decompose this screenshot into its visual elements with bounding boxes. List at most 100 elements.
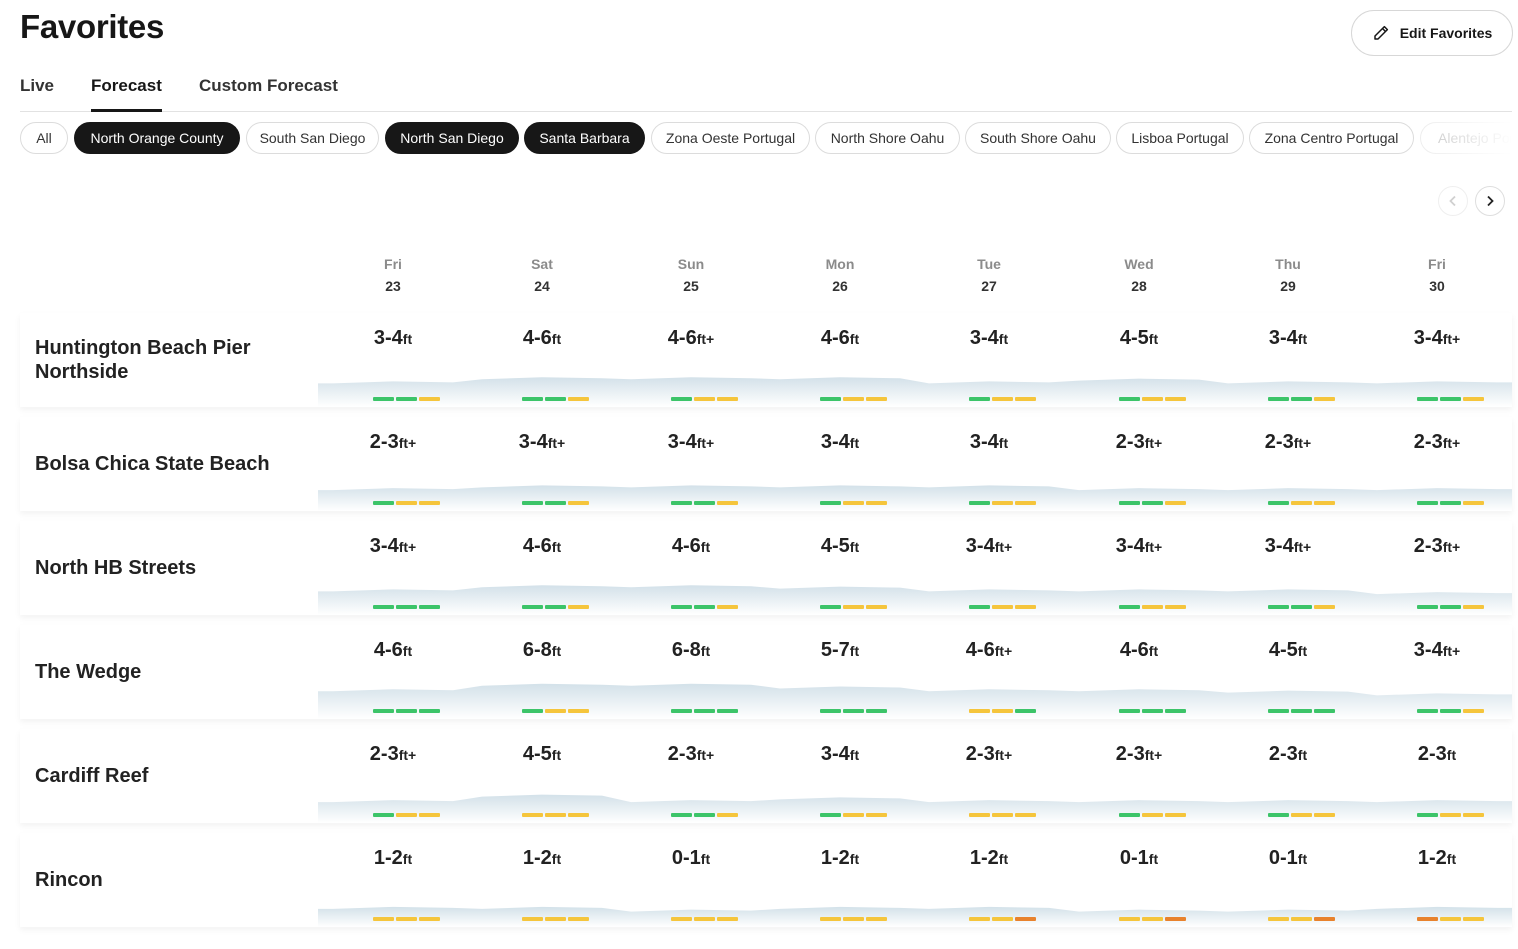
day-date: 27 <box>981 278 997 294</box>
forecast-cell[interactable]: 3-4ft <box>929 327 1049 401</box>
spot-row[interactable]: Huntington Beach Pier Northside 3-4ft 4-6f… <box>20 313 1512 407</box>
forecast-cell[interactable]: 3-4ft+ <box>1377 639 1497 713</box>
chip-north-orange-county[interactable]: North Orange County <box>74 122 240 154</box>
forecast-cell[interactable]: 1-2ft <box>929 847 1049 921</box>
forecast-cell[interactable]: 0-1ft <box>1228 847 1348 921</box>
forecast-cell[interactable]: 4-6ft <box>780 327 900 401</box>
forecast-cell[interactable]: 1-2ft <box>1377 847 1497 921</box>
forecast-cell[interactable]: 4-6ft+ <box>929 639 1049 713</box>
forecast-cell[interactable]: 4-5ft <box>482 743 602 817</box>
surf-unit: ft <box>1148 643 1159 659</box>
surf-range: 2-3 <box>1413 535 1443 557</box>
rating-bar-good <box>396 709 417 713</box>
edit-favorites-button[interactable]: Edit Favorites <box>1351 10 1513 56</box>
previous-days-button[interactable] <box>1438 186 1468 216</box>
forecast-cell[interactable]: 4-5ft <box>1228 639 1348 713</box>
rating-bar-good <box>671 605 692 609</box>
spot-name[interactable]: Bolsa Chica State Beach <box>35 417 305 511</box>
spot-row[interactable]: The Wedge 4-6ft 6-8ft 6-8ft 5-7ft 4-6ft+ 4-6ft… <box>20 625 1512 719</box>
forecast-cell[interactable]: 2-3ft+ <box>929 743 1049 817</box>
chip-south-shore-oahu[interactable]: South Shore Oahu <box>965 122 1111 154</box>
forecast-cell[interactable]: 6-8ft <box>631 639 751 713</box>
forecast-cell[interactable]: 2-3ft+ <box>333 743 453 817</box>
day-date: 25 <box>683 278 699 294</box>
spot-name[interactable]: Huntington Beach Pier Northside <box>35 313 305 407</box>
condition-rating-bars <box>820 605 890 609</box>
forecast-cell[interactable]: 2-3ft+ <box>1079 431 1199 505</box>
forecast-cell[interactable]: 4-5ft <box>1079 327 1199 401</box>
rating-bar-fair <box>717 605 738 609</box>
forecast-cell[interactable]: 3-4ft <box>1228 327 1348 401</box>
surf-height: 4-6ft <box>482 535 602 558</box>
chip-santa-barbara[interactable]: Santa Barbara <box>524 122 645 154</box>
forecast-cell[interactable]: 1-2ft <box>333 847 453 921</box>
forecast-cell[interactable]: 0-1ft <box>1079 847 1199 921</box>
forecast-cell[interactable]: 3-4ft+ <box>1377 327 1497 401</box>
forecast-cell[interactable]: 4-6ft <box>482 535 602 609</box>
forecast-cell[interactable]: 3-4ft <box>780 743 900 817</box>
forecast-cell[interactable]: 3-4ft+ <box>1228 535 1348 609</box>
next-days-button[interactable] <box>1475 186 1505 216</box>
forecast-cell[interactable]: 3-4ft+ <box>482 431 602 505</box>
condition-rating-bars <box>522 605 592 609</box>
forecast-cell[interactable]: 3-4ft <box>333 327 453 401</box>
forecast-cell[interactable]: 2-3ft+ <box>1377 535 1497 609</box>
forecast-cell[interactable]: 5-7ft <box>780 639 900 713</box>
forecast-cell[interactable]: 4-6ft <box>482 327 602 401</box>
chip-zona-oeste-portugal[interactable]: Zona Oeste Portugal <box>651 122 810 154</box>
surf-unit: ft+ <box>1293 539 1312 555</box>
forecast-cell[interactable]: 2-3ft+ <box>1228 431 1348 505</box>
spot-name[interactable]: The Wedge <box>35 625 305 719</box>
chip-north-shore-oahu[interactable]: North Shore Oahu <box>815 122 960 154</box>
forecast-cell[interactable]: 4-6ft <box>1079 639 1199 713</box>
surf-height: 3-4ft+ <box>1228 535 1348 558</box>
chevron-left-icon <box>1449 195 1456 207</box>
tab-live[interactable]: Live <box>20 76 54 112</box>
chip-alentejo-portugal[interactable]: Alentejo Portugal <box>1420 122 1512 154</box>
forecast-cell[interactable]: 2-3ft+ <box>333 431 453 505</box>
spot-row[interactable]: North HB Streets 3-4ft+ 4-6ft 4-6ft 4-5ft 3-4… <box>20 521 1512 615</box>
spot-name[interactable]: Cardiff Reef <box>35 729 305 823</box>
chip-zona-centro-portugal[interactable]: Zona Centro Portugal <box>1249 122 1414 154</box>
surf-unit: ft+ <box>994 643 1013 659</box>
condition-rating-bars <box>820 709 890 713</box>
forecast-cell[interactable]: 6-8ft <box>482 639 602 713</box>
tab-forecast[interactable]: Forecast <box>91 76 162 112</box>
forecast-cell[interactable]: 3-4ft+ <box>333 535 453 609</box>
forecast-cell[interactable]: 3-4ft <box>929 431 1049 505</box>
forecast-cell[interactable]: 2-3ft+ <box>1079 743 1199 817</box>
forecast-cell[interactable]: 4-6ft <box>631 535 751 609</box>
forecast-cell[interactable]: 3-4ft+ <box>929 535 1049 609</box>
spot-row[interactable]: Rincon 1-2ft 1-2ft 0-1ft 1-2ft 1-2ft 0-1ft 0-1f… <box>20 833 1512 927</box>
chip-lisboa-portugal[interactable]: Lisboa Portugal <box>1116 122 1244 154</box>
tab-custom-forecast[interactable]: Custom Forecast <box>199 76 338 112</box>
forecast-cell[interactable]: 4-6ft <box>333 639 453 713</box>
forecast-cell[interactable]: 1-2ft <box>482 847 602 921</box>
spot-row[interactable]: Cardiff Reef 2-3ft+ 4-5ft 2-3ft+ 3-4ft 2-3ft+… <box>20 729 1512 823</box>
forecast-cell[interactable]: 3-4ft <box>780 431 900 505</box>
rating-bar-good <box>373 709 394 713</box>
forecast-cell[interactable]: 2-3ft <box>1377 743 1497 817</box>
spot-name[interactable]: Rincon <box>35 833 305 927</box>
forecast-cell[interactable]: 2-3ft+ <box>631 743 751 817</box>
condition-rating-bars <box>969 501 1039 505</box>
spot-name[interactable]: North HB Streets <box>35 521 305 615</box>
surf-height: 4-5ft <box>1228 639 1348 662</box>
forecast-cell[interactable]: 3-4ft+ <box>1079 535 1199 609</box>
rating-bar-fair <box>568 917 589 921</box>
chip-south-san-diego[interactable]: South San Diego <box>246 122 379 154</box>
spot-row[interactable]: Bolsa Chica State Beach 2-3ft+ 3-4ft+ 3-4ft… <box>20 417 1512 511</box>
forecast-cell[interactable]: 4-6ft+ <box>631 327 751 401</box>
day-name: Fri <box>1428 256 1446 272</box>
forecast-cell[interactable]: 4-5ft <box>780 535 900 609</box>
forecast-cell[interactable]: 2-3ft+ <box>1377 431 1497 505</box>
chip-all[interactable]: All <box>20 122 68 154</box>
surf-height: 3-4ft+ <box>1079 535 1199 558</box>
forecast-cell[interactable]: 3-4ft+ <box>631 431 751 505</box>
forecast-cell[interactable]: 1-2ft <box>780 847 900 921</box>
chip-north-san-diego[interactable]: North San Diego <box>385 122 519 154</box>
surf-height: 3-4ft <box>1228 327 1348 350</box>
day-name: Wed <box>1124 256 1154 272</box>
forecast-cell[interactable]: 2-3ft <box>1228 743 1348 817</box>
forecast-cell[interactable]: 0-1ft <box>631 847 751 921</box>
